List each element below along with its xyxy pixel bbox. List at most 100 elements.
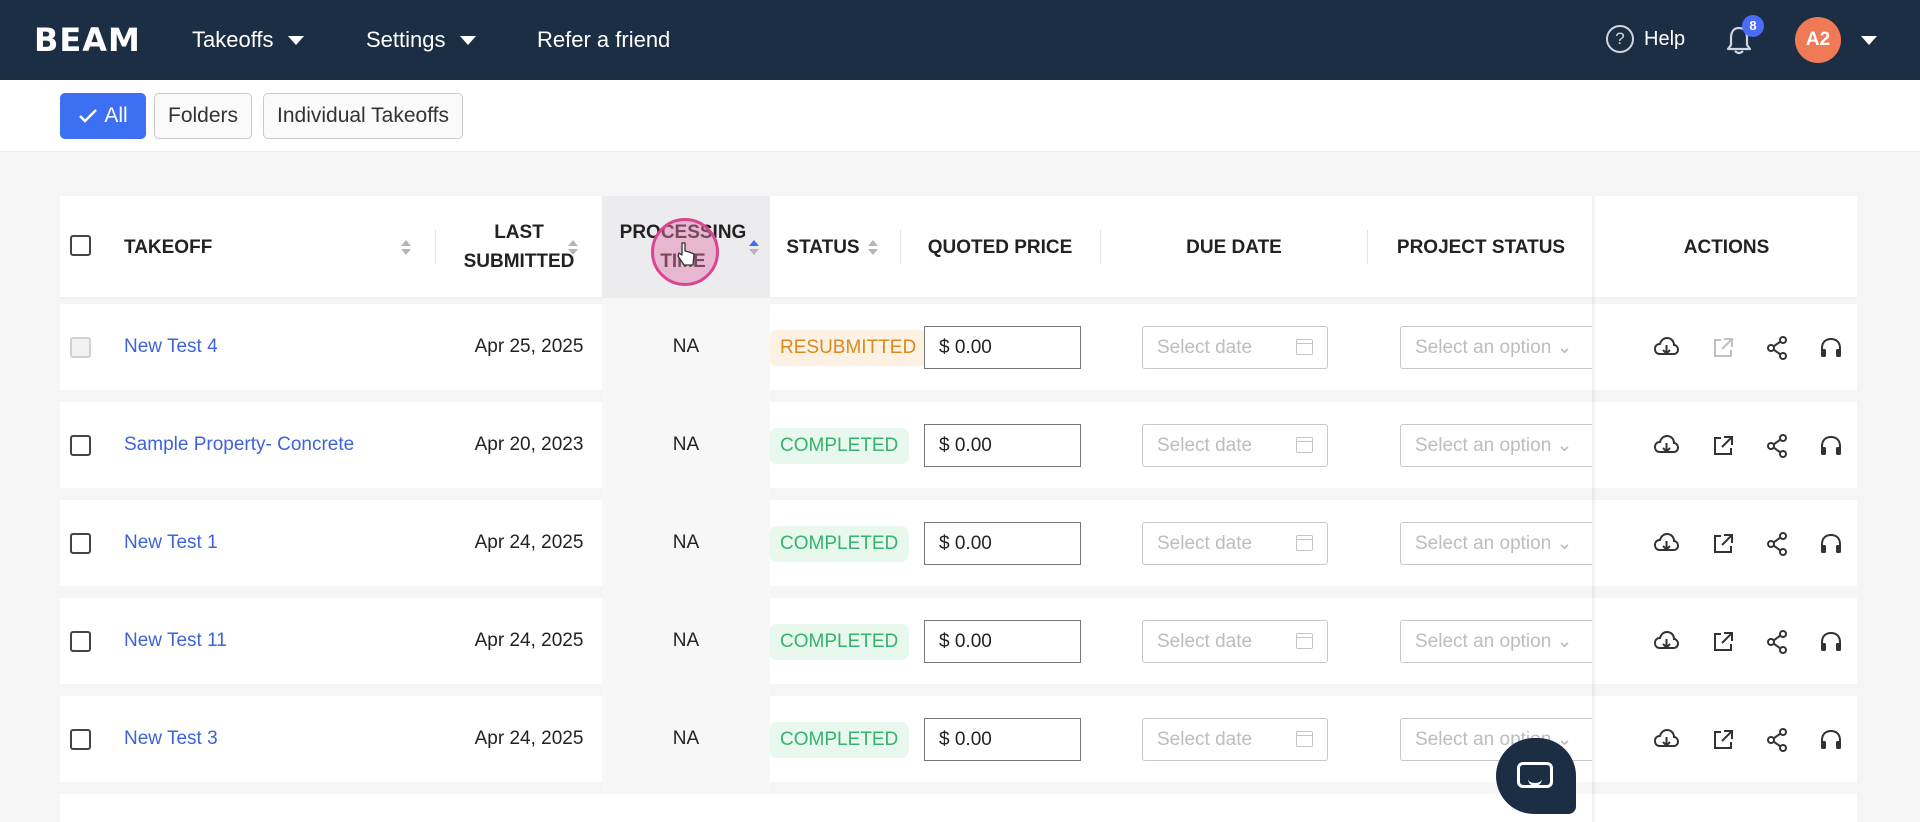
support-headset-icon[interactable] xyxy=(1817,432,1845,460)
sort-icon[interactable] xyxy=(568,238,578,258)
filter-individual-takeoffs-button[interactable]: Individual Takeoffs xyxy=(263,93,464,139)
due-date-placeholder: Select date xyxy=(1157,435,1253,456)
open-external-icon[interactable] xyxy=(1709,628,1737,656)
sort-icon[interactable] xyxy=(401,238,411,258)
processing-time-value: NA xyxy=(672,434,700,455)
chat-icon xyxy=(1517,762,1553,788)
sort-ascending-icon[interactable] xyxy=(749,238,759,258)
chevron-down-icon xyxy=(287,35,304,45)
project-status-select[interactable]: Select an option ⌄ xyxy=(1400,424,1592,467)
nav-settings-menu[interactable]: Settings xyxy=(366,26,476,54)
share-icon[interactable] xyxy=(1763,530,1791,558)
quoted-price-input[interactable]: $ 0.00 xyxy=(924,522,1081,565)
row-actions xyxy=(1596,696,1857,782)
share-icon[interactable] xyxy=(1763,432,1791,460)
nav-takeoffs-menu[interactable]: Takeoffs xyxy=(192,26,304,54)
quoted-price-input[interactable]: $ 0.00 xyxy=(924,718,1081,761)
chevron-down-icon: ⌄ xyxy=(1556,533,1573,554)
download-icon[interactable] xyxy=(1652,628,1680,656)
column-actions-label: ACTIONS xyxy=(1683,236,1770,258)
row-actions xyxy=(1596,402,1857,488)
filter-all-button[interactable]: All xyxy=(60,93,146,139)
project-status-select[interactable]: Select an option ⌄ xyxy=(1400,326,1592,369)
takeoff-name-link[interactable]: Sample Property- Concrete xyxy=(124,434,354,456)
question-circle-icon: ? xyxy=(1606,25,1634,53)
select-all-checkbox[interactable] xyxy=(70,235,91,256)
processing-time-value: NA xyxy=(672,728,700,749)
column-last-submitted-label-line1: LAST xyxy=(494,222,544,243)
nav-refer-a-friend-link[interactable]: Refer a friend xyxy=(537,26,670,54)
beam-logo[interactable]: BEAM xyxy=(34,22,141,58)
row-checkbox[interactable] xyxy=(70,435,91,456)
support-headset-icon[interactable] xyxy=(1817,530,1845,558)
checkmark-icon xyxy=(79,109,98,123)
nav-refer-label: Refer a friend xyxy=(537,27,671,52)
status-badge: COMPLETED xyxy=(769,722,910,758)
open-external-icon xyxy=(1709,334,1737,362)
open-external-icon[interactable] xyxy=(1709,726,1737,754)
row-checkbox[interactable] xyxy=(70,729,91,750)
support-headset-icon[interactable] xyxy=(1817,628,1845,656)
quoted-price-input[interactable]: $ 0.00 xyxy=(924,326,1081,369)
chevron-down-icon xyxy=(459,35,476,45)
takeoff-name-link[interactable]: New Test 11 xyxy=(124,630,227,652)
column-header-status[interactable]: STATUS xyxy=(770,196,876,298)
calendar-icon xyxy=(1296,437,1313,453)
share-icon[interactable] xyxy=(1763,726,1791,754)
chevron-down-icon: ⌄ xyxy=(1556,435,1573,456)
row-actions xyxy=(1596,598,1857,684)
filter-all-label: All xyxy=(104,104,128,127)
download-icon[interactable] xyxy=(1652,432,1680,460)
project-status-select[interactable]: Select an option ⌄ xyxy=(1400,620,1592,663)
open-external-icon[interactable] xyxy=(1709,432,1737,460)
table-row: New Test 1 Apr 24, 2025 NA COMPLETED $ 0.00 S… xyxy=(60,500,1857,586)
last-submitted-date: Apr 24, 2025 xyxy=(474,630,584,651)
calendar-icon xyxy=(1296,535,1313,551)
row-checkbox xyxy=(70,337,91,358)
chevron-down-icon[interactable] xyxy=(1861,36,1877,45)
due-date-picker[interactable]: Select date xyxy=(1142,718,1328,761)
table-row: Sample Property- Concrete Apr 20, 2023 NA C… xyxy=(60,402,1857,488)
takeoff-name-link[interactable]: New Test 1 xyxy=(124,532,218,554)
column-quoted-price-label: QUOTED PRICE xyxy=(927,236,1073,258)
cursor-click-indicator xyxy=(651,218,719,286)
filter-bar: All Folders Individual Takeoffs xyxy=(0,80,1920,152)
user-avatar[interactable]: A2 xyxy=(1795,17,1841,63)
quoted-price-input[interactable]: $ 0.00 xyxy=(924,424,1081,467)
due-date-picker[interactable]: Select date xyxy=(1142,424,1328,467)
due-date-placeholder: Select date xyxy=(1157,631,1253,652)
row-checkbox[interactable] xyxy=(70,631,91,652)
filter-folders-button[interactable]: Folders xyxy=(154,93,253,139)
column-header-takeoff[interactable]: TAKEOFF xyxy=(124,196,212,298)
last-submitted-date: Apr 24, 2025 xyxy=(474,728,584,749)
quoted-price-input[interactable]: $ 0.00 xyxy=(924,620,1081,663)
open-external-icon[interactable] xyxy=(1709,530,1737,558)
table-row: New Test 4 Apr 25, 2025 NA RESUBMITTED $ 0.0… xyxy=(60,304,1857,390)
column-project-status-label: PROJECT STATUS xyxy=(1396,236,1566,258)
column-last-submitted-label-line2: SUBMITTED xyxy=(463,251,575,272)
due-date-picker[interactable]: Select date xyxy=(1142,620,1328,663)
project-status-placeholder: Select an option xyxy=(1415,631,1552,652)
share-icon[interactable] xyxy=(1763,334,1791,362)
sort-icon[interactable] xyxy=(868,238,878,258)
due-date-picker[interactable]: Select date xyxy=(1142,326,1328,369)
status-badge: COMPLETED xyxy=(769,624,910,660)
chat-widget-button[interactable] xyxy=(1496,738,1576,814)
due-date-placeholder: Select date xyxy=(1157,729,1253,750)
download-icon[interactable] xyxy=(1652,530,1680,558)
row-checkbox[interactable] xyxy=(70,533,91,554)
last-submitted-date: Apr 20, 2023 xyxy=(474,434,584,455)
due-date-picker[interactable]: Select date xyxy=(1142,522,1328,565)
help-link[interactable]: ? Help xyxy=(1606,24,1685,54)
takeoff-name-link[interactable]: New Test 3 xyxy=(124,728,218,750)
download-icon[interactable] xyxy=(1652,334,1680,362)
takeoff-name-link[interactable]: New Test 4 xyxy=(124,336,218,358)
support-headset-icon[interactable] xyxy=(1817,334,1845,362)
support-headset-icon[interactable] xyxy=(1817,726,1845,754)
column-header-actions: ACTIONS xyxy=(1596,196,1857,298)
notification-count-badge: 8 xyxy=(1742,15,1764,37)
project-status-placeholder: Select an option xyxy=(1415,533,1552,554)
project-status-select[interactable]: Select an option ⌄ xyxy=(1400,522,1592,565)
share-icon[interactable] xyxy=(1763,628,1791,656)
download-icon[interactable] xyxy=(1652,726,1680,754)
